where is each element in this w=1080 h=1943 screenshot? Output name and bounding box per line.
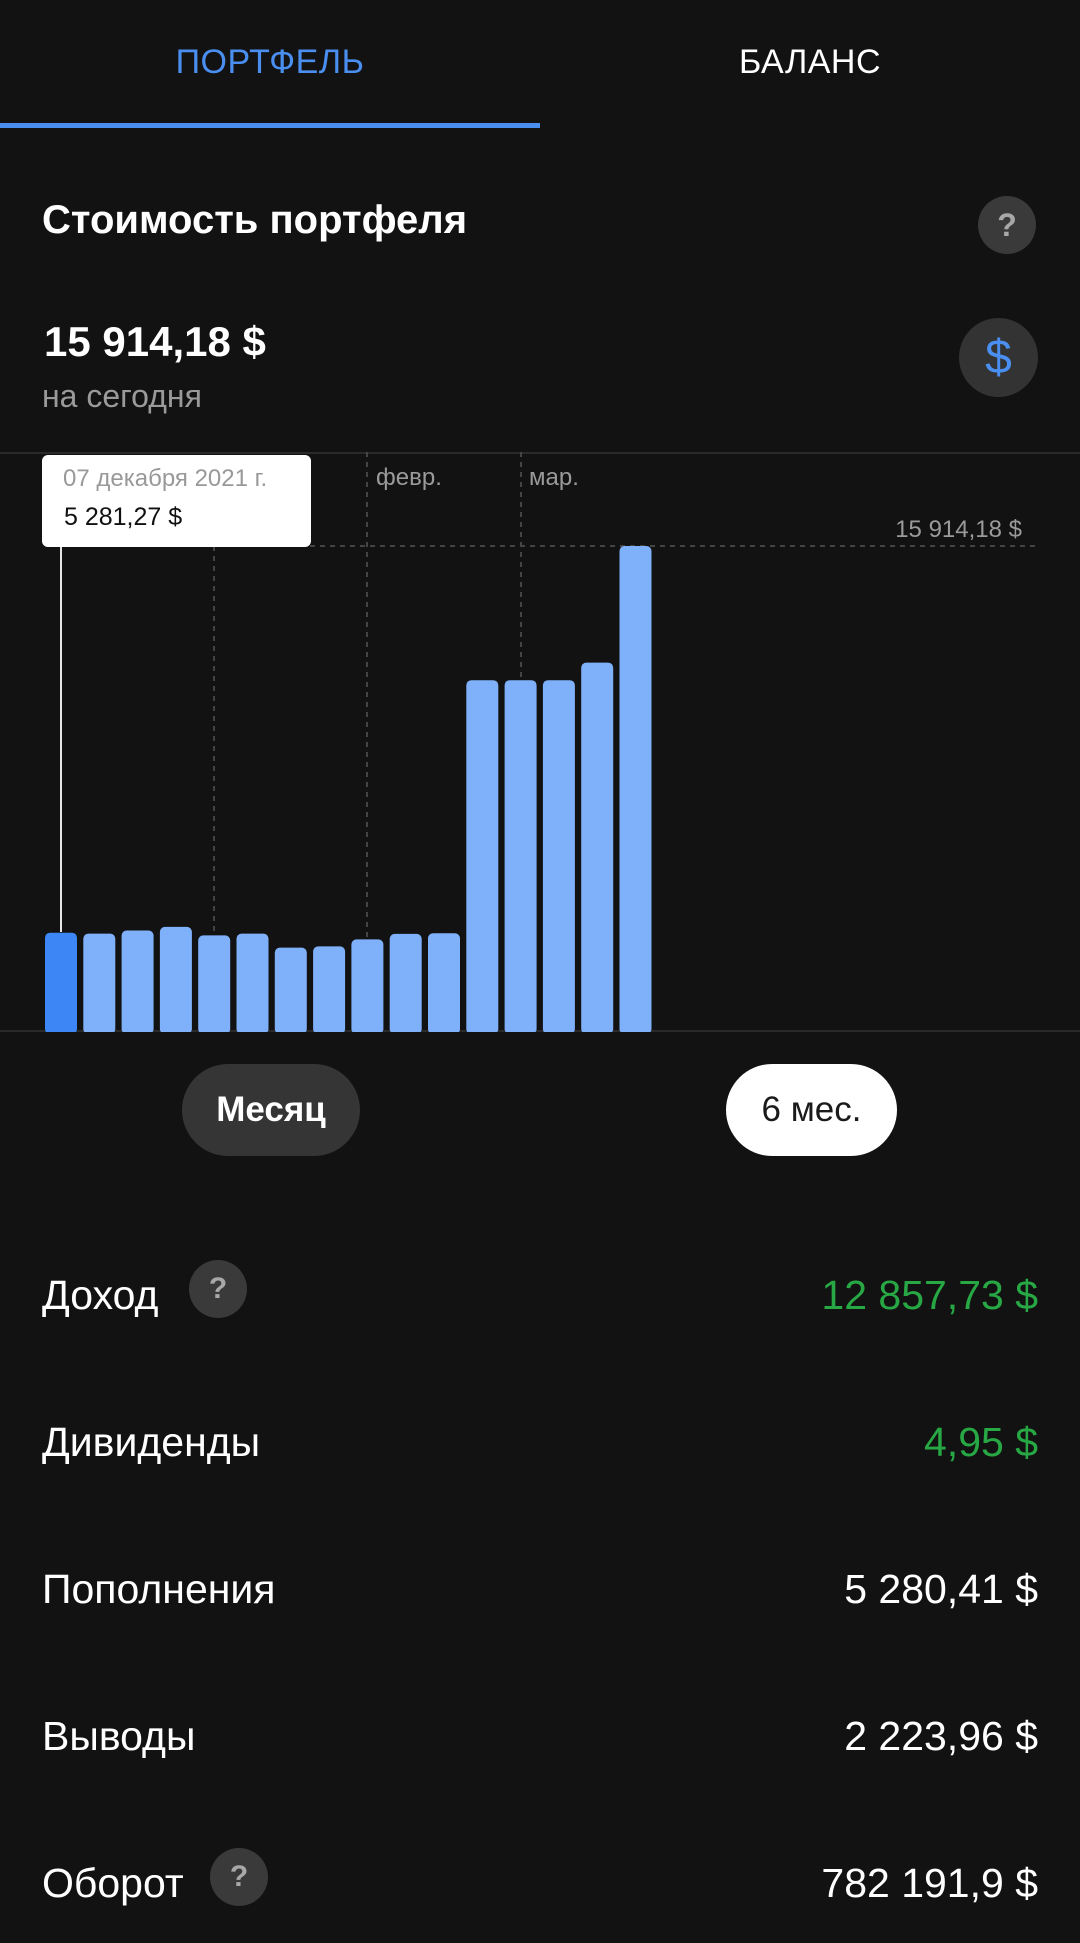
chart-bar[interactable] (159, 926, 192, 1032)
chart-bar[interactable] (274, 947, 307, 1032)
chart-bar[interactable] (428, 933, 460, 1032)
help-icon[interactable]: ? (978, 196, 1036, 254)
portfolio-total-caption: на сегодня (42, 378, 202, 414)
chart-bar[interactable] (581, 662, 614, 1032)
chart-month-label: мар. (529, 464, 579, 491)
chart-bar[interactable] (121, 930, 154, 1033)
tab-active-indicator (0, 123, 540, 128)
help-icon[interactable]: ? (210, 1848, 268, 1906)
chart-month-label: февр. (376, 464, 442, 491)
chart-bar[interactable] (83, 933, 116, 1032)
chart-tooltip: 07 декабря 2021 г. 5 281,27 $ (42, 455, 311, 547)
stat-value: 2 223,96 $ (844, 1713, 1038, 1759)
tooltip-date: 07 декабря 2021 г. (63, 465, 268, 492)
tab-bar: ПОРТФЕЛЬ БАЛАНС (0, 0, 1080, 128)
stat-row-turnover: Оборот ? 782 191,9 $ (0, 1842, 1080, 1922)
stat-label: Пополнения (42, 1566, 276, 1612)
chart-bar[interactable] (466, 680, 499, 1032)
dollar-icon[interactable]: $ (959, 318, 1038, 397)
chart-max-value-label: 15 914,18 $ (895, 516, 1022, 543)
portfolio-total-value: 15 914,18 $ (44, 318, 266, 365)
stat-row-withdrawals: Выводы 2 223,96 $ (0, 1695, 1080, 1775)
chart-bar[interactable] (351, 939, 384, 1032)
stat-label: Доход (42, 1272, 159, 1318)
stat-label: Выводы (42, 1713, 196, 1759)
chart-bar[interactable] (198, 935, 231, 1032)
stat-value: 5 280,41 $ (844, 1566, 1038, 1612)
stat-value: 12 857,73 $ (821, 1272, 1038, 1318)
tab-balance[interactable]: БАЛАНС (540, 0, 1080, 124)
chart-bar[interactable] (236, 933, 269, 1032)
chart-bar[interactable] (619, 546, 652, 1032)
stat-label: Дивиденды (42, 1419, 261, 1465)
stat-label: Оборот (42, 1860, 184, 1906)
help-icon[interactable]: ? (189, 1260, 247, 1318)
stat-row-deposits: Пополнения 5 280,41 $ (0, 1548, 1080, 1628)
chart-bar[interactable] (504, 680, 537, 1032)
period-month-button[interactable]: Месяц (182, 1064, 360, 1156)
stat-value: 4,95 $ (924, 1419, 1038, 1465)
chart-bars (45, 546, 652, 1032)
chart-bar[interactable] (542, 680, 575, 1032)
chart-bar[interactable] (389, 933, 422, 1032)
period-6-months-button[interactable]: 6 мес. (726, 1064, 897, 1156)
stat-row-income: Доход ? 12 857,73 $ (0, 1254, 1080, 1334)
tab-portfolio[interactable]: ПОРТФЕЛЬ (0, 0, 540, 124)
tooltip-value: 5 281,27 $ (64, 503, 183, 531)
chart-bar[interactable] (45, 932, 77, 1032)
chart-bar[interactable] (313, 946, 346, 1032)
stat-value: 782 191,9 $ (821, 1860, 1038, 1906)
page-title: Стоимость портфеля (42, 198, 468, 242)
stat-row-dividends: Дивиденды 4,95 $ (0, 1401, 1080, 1481)
